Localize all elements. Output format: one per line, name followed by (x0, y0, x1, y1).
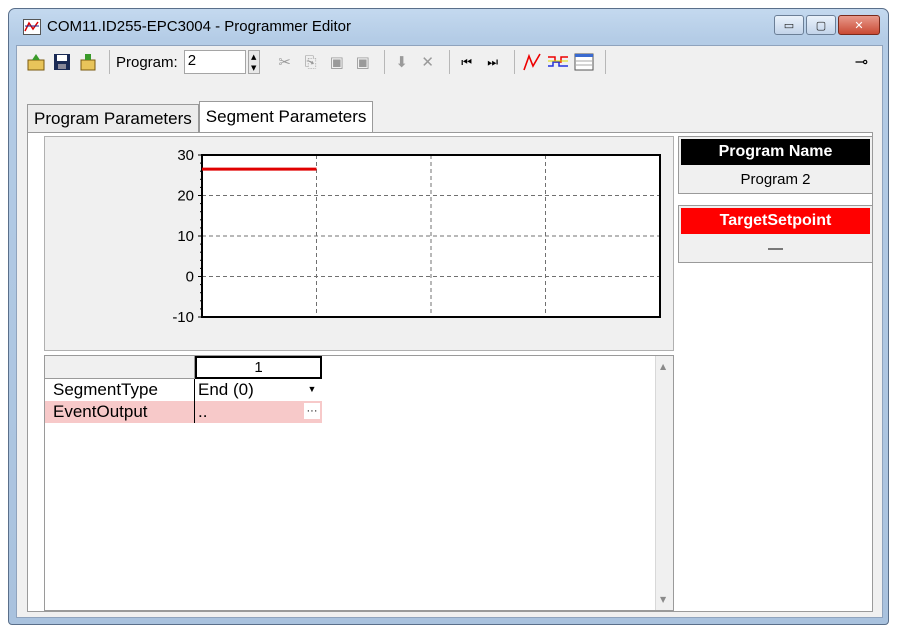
row-label-event-output: EventOutput (45, 401, 195, 423)
toolbar-separator (109, 50, 110, 74)
table-row: SegmentType End (0) ▼ (45, 379, 322, 401)
vertical-scrollbar[interactable]: ▲ ▼ (655, 356, 673, 610)
toolbar-separator (604, 50, 606, 74)
title-bar[interactable]: COM11.ID255-EPC3004 - Programmer Editor … (9, 9, 888, 43)
toolbar-separator (383, 50, 385, 74)
y-tick-label: 20 (177, 188, 194, 205)
program-spinner[interactable]: ▲ ▼ (247, 50, 260, 74)
program-name-header: Program Name (681, 139, 870, 165)
paste-icon[interactable]: ▣ (326, 51, 348, 73)
chart-icon[interactable] (521, 51, 543, 73)
window-title: COM11.ID255-EPC3004 - Programmer Editor (47, 18, 351, 35)
tab-program-parameters[interactable]: Program Parameters (27, 104, 199, 132)
ellipsis-icon[interactable]: ··· (304, 403, 320, 419)
download-icon[interactable] (77, 51, 99, 73)
table-row: EventOutput .. ··· (45, 401, 322, 423)
minimize-icon: ▭ (783, 18, 795, 32)
table-icon[interactable] (573, 51, 595, 73)
cut-icon[interactable]: ✂ (274, 51, 296, 73)
tab-segment-parameters[interactable]: Segment Parameters (198, 101, 374, 133)
y-tick-label: 10 (177, 228, 194, 245)
program-name-value[interactable]: Program 2 (679, 165, 872, 193)
delete-icon[interactable]: ✕ (417, 51, 439, 73)
target-setpoint-header: TargetSetpoint (681, 208, 870, 234)
segment-type-cell[interactable]: End (0) ▼ (195, 379, 322, 401)
window-controls: ▭ ▢ ✕ (774, 15, 880, 35)
grid-corner (45, 356, 195, 379)
events-icon[interactable] (547, 51, 569, 73)
segment-type-value: End (0) (198, 380, 254, 399)
y-tick-label: 30 (177, 147, 194, 164)
y-tick-label: 0 (186, 269, 194, 286)
segment-parameters-panel: 30 20 10 0 -10 Program Name Program 2 Target… (27, 132, 873, 612)
insert-icon[interactable]: ⬇ (391, 51, 413, 73)
target-setpoint-value[interactable]: — (679, 234, 872, 262)
segment-column-header[interactable]: 1 (195, 356, 322, 379)
chart-svg: 30 20 10 0 -10 (172, 147, 661, 326)
minimize-button[interactable]: ▭ (774, 15, 804, 35)
first-icon[interactable]: ⏮ (456, 51, 478, 73)
tab-strip: Program Parameters Segment Parameters (27, 101, 374, 133)
maximize-icon: ▢ (815, 18, 827, 32)
app-icon (23, 19, 41, 35)
event-output-value: .. (198, 402, 208, 421)
close-icon: ✕ (854, 18, 864, 32)
copy-icon[interactable]: ⎘ (300, 51, 322, 73)
y-tick-label: -10 (172, 309, 194, 326)
program-label: Program: (116, 53, 178, 71)
close-button[interactable]: ✕ (838, 15, 880, 35)
scroll-up-icon[interactable]: ▲ (660, 362, 666, 371)
pin-icon[interactable]: ⊸ (855, 52, 868, 71)
toolbar-separator (513, 50, 515, 74)
row-label-segment-type: SegmentType (45, 379, 195, 401)
open-icon[interactable] (25, 51, 47, 73)
profile-chart: 30 20 10 0 -10 (44, 136, 674, 351)
target-setpoint-box: TargetSetpoint — (678, 205, 873, 263)
spin-up-icon[interactable]: ▲ (251, 53, 256, 61)
save-icon[interactable] (51, 51, 73, 73)
toolbar-separator (448, 50, 450, 74)
event-output-cell[interactable]: .. ··· (195, 401, 322, 423)
last-icon[interactable]: ⏭ (482, 51, 504, 73)
programmer-editor-window: COM11.ID255-EPC3004 - Programmer Editor … (8, 8, 889, 625)
program-name-box: Program Name Program 2 (678, 136, 873, 194)
chevron-down-icon[interactable]: ▼ (304, 381, 320, 397)
client-area: Program: 2 ▲ ▼ ✂ ⎘ ▣ ▣ ⬇ ✕ ⏮ ⏭ ⊸ Program… (16, 45, 883, 618)
program-number-input[interactable]: 2 (183, 50, 246, 74)
segment-grid: 1 SegmentType End (0) ▼ EventOutput .. ·… (44, 355, 674, 611)
spin-down-icon[interactable]: ▼ (251, 64, 256, 72)
toolbar: Program: 2 ▲ ▼ ✂ ⎘ ▣ ▣ ⬇ ✕ ⏮ ⏭ ⊸ (17, 46, 882, 78)
scroll-down-icon[interactable]: ▼ (660, 595, 666, 604)
maximize-button[interactable]: ▢ (806, 15, 836, 35)
paste-special-icon[interactable]: ▣ (352, 51, 374, 73)
